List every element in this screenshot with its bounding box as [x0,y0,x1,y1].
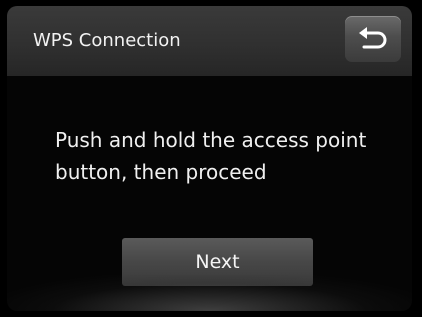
header-bar: WPS Connection [7,6,412,76]
return-arrow-icon [356,25,390,53]
camera-screen: WPS Connection Push and hold the access … [0,0,422,317]
instruction-text: Push and hold the access point button, t… [55,124,400,188]
back-button[interactable] [345,16,401,62]
page-title: WPS Connection [33,30,181,51]
instruction-line-2: button, then proceed [55,160,267,184]
instruction-line-1: Push and hold the access point [55,128,367,152]
dialog-frame: WPS Connection Push and hold the access … [7,6,412,311]
bottom-glow [7,275,412,311]
